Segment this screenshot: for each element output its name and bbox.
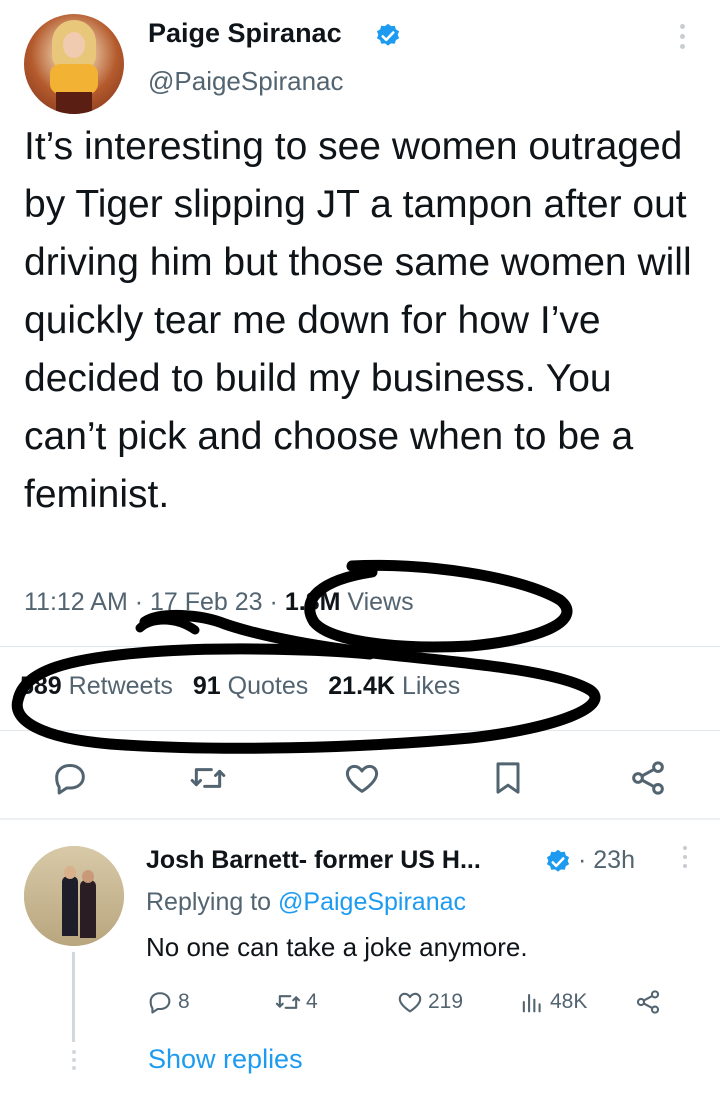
retweets-label: Retweets: [68, 672, 173, 700]
reply-replies-count: 8: [178, 990, 190, 1013]
reply-views-count: 48K: [550, 990, 588, 1013]
replying-mention-link[interactable]: @PaigeSpiranac: [278, 888, 466, 916]
share-icon[interactable]: [628, 758, 668, 798]
quotes-label: Quotes: [227, 672, 309, 700]
likes-label: Likes: [401, 672, 461, 700]
views-count: 1.8M: [284, 588, 341, 616]
reply-like-button[interactable]: 219: [396, 986, 463, 1018]
more-options-icon[interactable]: [668, 24, 696, 54]
likes-count: 21.4K: [328, 672, 395, 700]
replying-prefix: Replying to: [146, 888, 272, 916]
author-handle[interactable]: @PaigeSpiranac: [148, 66, 344, 97]
meta-separator: ·: [127, 588, 150, 616]
retweets-stat[interactable]: 589 Retweets: [20, 672, 173, 700]
thread-line: [72, 952, 75, 1042]
section-separator: [0, 818, 720, 820]
reply-views-button[interactable]: 48K: [518, 986, 587, 1018]
thread-continuation-icon: [70, 1050, 78, 1074]
views-label: Views: [347, 588, 414, 616]
reply-timestamp[interactable]: · 23h: [578, 846, 635, 875]
reply-retweet-button[interactable]: 4: [274, 986, 318, 1018]
reply-share-button[interactable]: [634, 986, 666, 1018]
verified-badge-icon: [546, 849, 570, 872]
reply-icon: [149, 992, 171, 1014]
reply-retweets-count: 4: [306, 990, 318, 1013]
retweets-count: 589: [20, 672, 62, 700]
reply-text: No one can take a joke anymore.: [146, 932, 528, 962]
heart-icon[interactable]: [342, 758, 382, 798]
more-options-icon[interactable]: [674, 846, 696, 876]
engagement-stats: 589 Retweets 91 Quotes 21.4K Likes: [20, 672, 460, 701]
likes-stat[interactable]: 21.4K Likes: [328, 672, 460, 700]
reply-likes-count: 219: [428, 990, 464, 1013]
time-separator: ·: [578, 846, 587, 874]
divider: [0, 730, 720, 731]
author-name[interactable]: Paige Spiranac: [148, 18, 342, 49]
heart-icon: [398, 992, 422, 1013]
quotes-count: 91: [192, 672, 221, 700]
tweet-time[interactable]: 11:12 AM: [24, 588, 128, 616]
share-icon: [636, 990, 660, 1014]
show-replies-link[interactable]: Show replies: [148, 1044, 303, 1075]
replying-to: Replying to @PaigeSpiranac: [146, 888, 466, 917]
views-chart-icon: [522, 993, 541, 1013]
reply-author-name[interactable]: Josh Barnett- former US H...: [146, 846, 481, 875]
tweet-text: It’s interesting to see women outraged b…: [24, 125, 692, 516]
divider: [0, 646, 720, 647]
connector-scribble: [135, 615, 200, 635]
reply-action-bar: 8 4 219 48K: [146, 986, 706, 1022]
tweet-date[interactable]: 17 Feb 23: [150, 588, 263, 616]
reply-reply-button[interactable]: 8: [146, 986, 190, 1018]
tweet-action-bar: [0, 748, 720, 804]
reply-author-avatar[interactable]: [24, 846, 124, 946]
retweet-icon[interactable]: [188, 758, 228, 798]
quotes-stat[interactable]: 91 Quotes: [193, 672, 308, 700]
tweet-meta: 11:12 AM · 17 Feb 23 · 1.8M Views: [24, 588, 414, 617]
meta-separator: ·: [262, 588, 285, 616]
bookmark-icon[interactable]: [488, 758, 528, 798]
reply-time: 23h: [593, 846, 635, 874]
author-avatar[interactable]: [24, 14, 124, 114]
reply-icon[interactable]: [50, 758, 90, 798]
retweet-icon: [275, 995, 301, 1009]
verified-badge-icon: [376, 23, 400, 46]
